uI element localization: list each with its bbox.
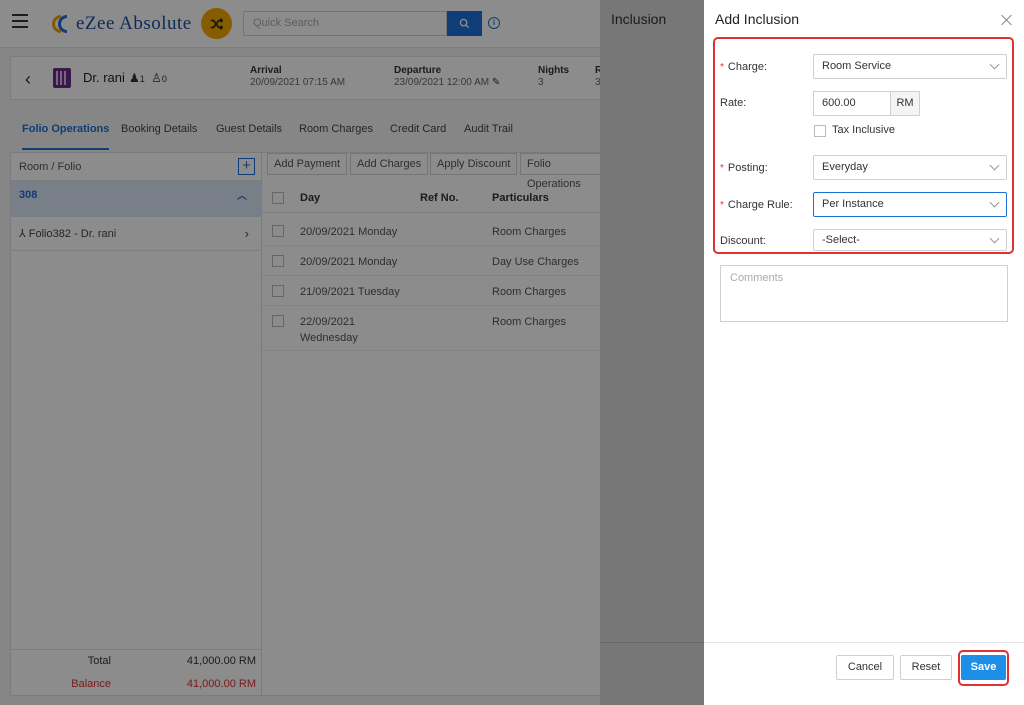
comments-field[interactable]: Comments xyxy=(720,265,1008,322)
charge-select[interactable]: Room Service xyxy=(813,54,1007,79)
cancel-button[interactable]: Cancel xyxy=(836,655,894,680)
footer-divider xyxy=(704,642,1024,643)
save-highlight-annotation xyxy=(958,650,1009,686)
add-inclusion-drawer: Add Inclusion * Charge: Room Service Rate… xyxy=(704,0,1024,705)
currency-label: RM xyxy=(891,91,920,116)
close-icon[interactable] xyxy=(1001,14,1013,26)
inclusion-panel: Inclusion xyxy=(600,0,704,705)
chevron-down-icon xyxy=(989,160,1000,171)
inclusion-title: Inclusion xyxy=(611,11,667,27)
required-marker: * xyxy=(720,163,724,174)
chevron-down-icon xyxy=(989,197,1000,208)
charge-rule-label: * Charge Rule: xyxy=(720,199,793,211)
required-marker: * xyxy=(720,62,724,73)
discount-select[interactable]: -Select- xyxy=(813,229,1007,251)
tax-inclusive-label: Tax Inclusive xyxy=(832,124,895,136)
reset-button[interactable]: Reset xyxy=(900,655,952,680)
posting-select[interactable]: Everyday xyxy=(813,155,1007,180)
modal-overlay[interactable] xyxy=(0,0,600,705)
posting-value: Everyday xyxy=(822,161,868,173)
charge-rule-select[interactable]: Per Instance xyxy=(813,192,1007,217)
discount-value: -Select- xyxy=(822,234,860,246)
charge-value: Room Service xyxy=(822,60,892,72)
required-marker: * xyxy=(720,200,724,211)
charge-rule-value: Per Instance xyxy=(822,198,884,210)
posting-label: * Posting: xyxy=(720,162,768,174)
discount-label: Discount: xyxy=(720,235,766,247)
rate-label: Rate: xyxy=(720,97,747,109)
chevron-down-icon xyxy=(989,233,1000,244)
rate-input[interactable]: 600.00 xyxy=(813,91,891,116)
tax-inclusive-checkbox[interactable] xyxy=(814,125,826,137)
chevron-down-icon xyxy=(989,59,1000,70)
charge-label: * Charge: xyxy=(720,61,768,73)
divider xyxy=(600,642,704,643)
drawer-title: Add Inclusion xyxy=(715,11,800,27)
